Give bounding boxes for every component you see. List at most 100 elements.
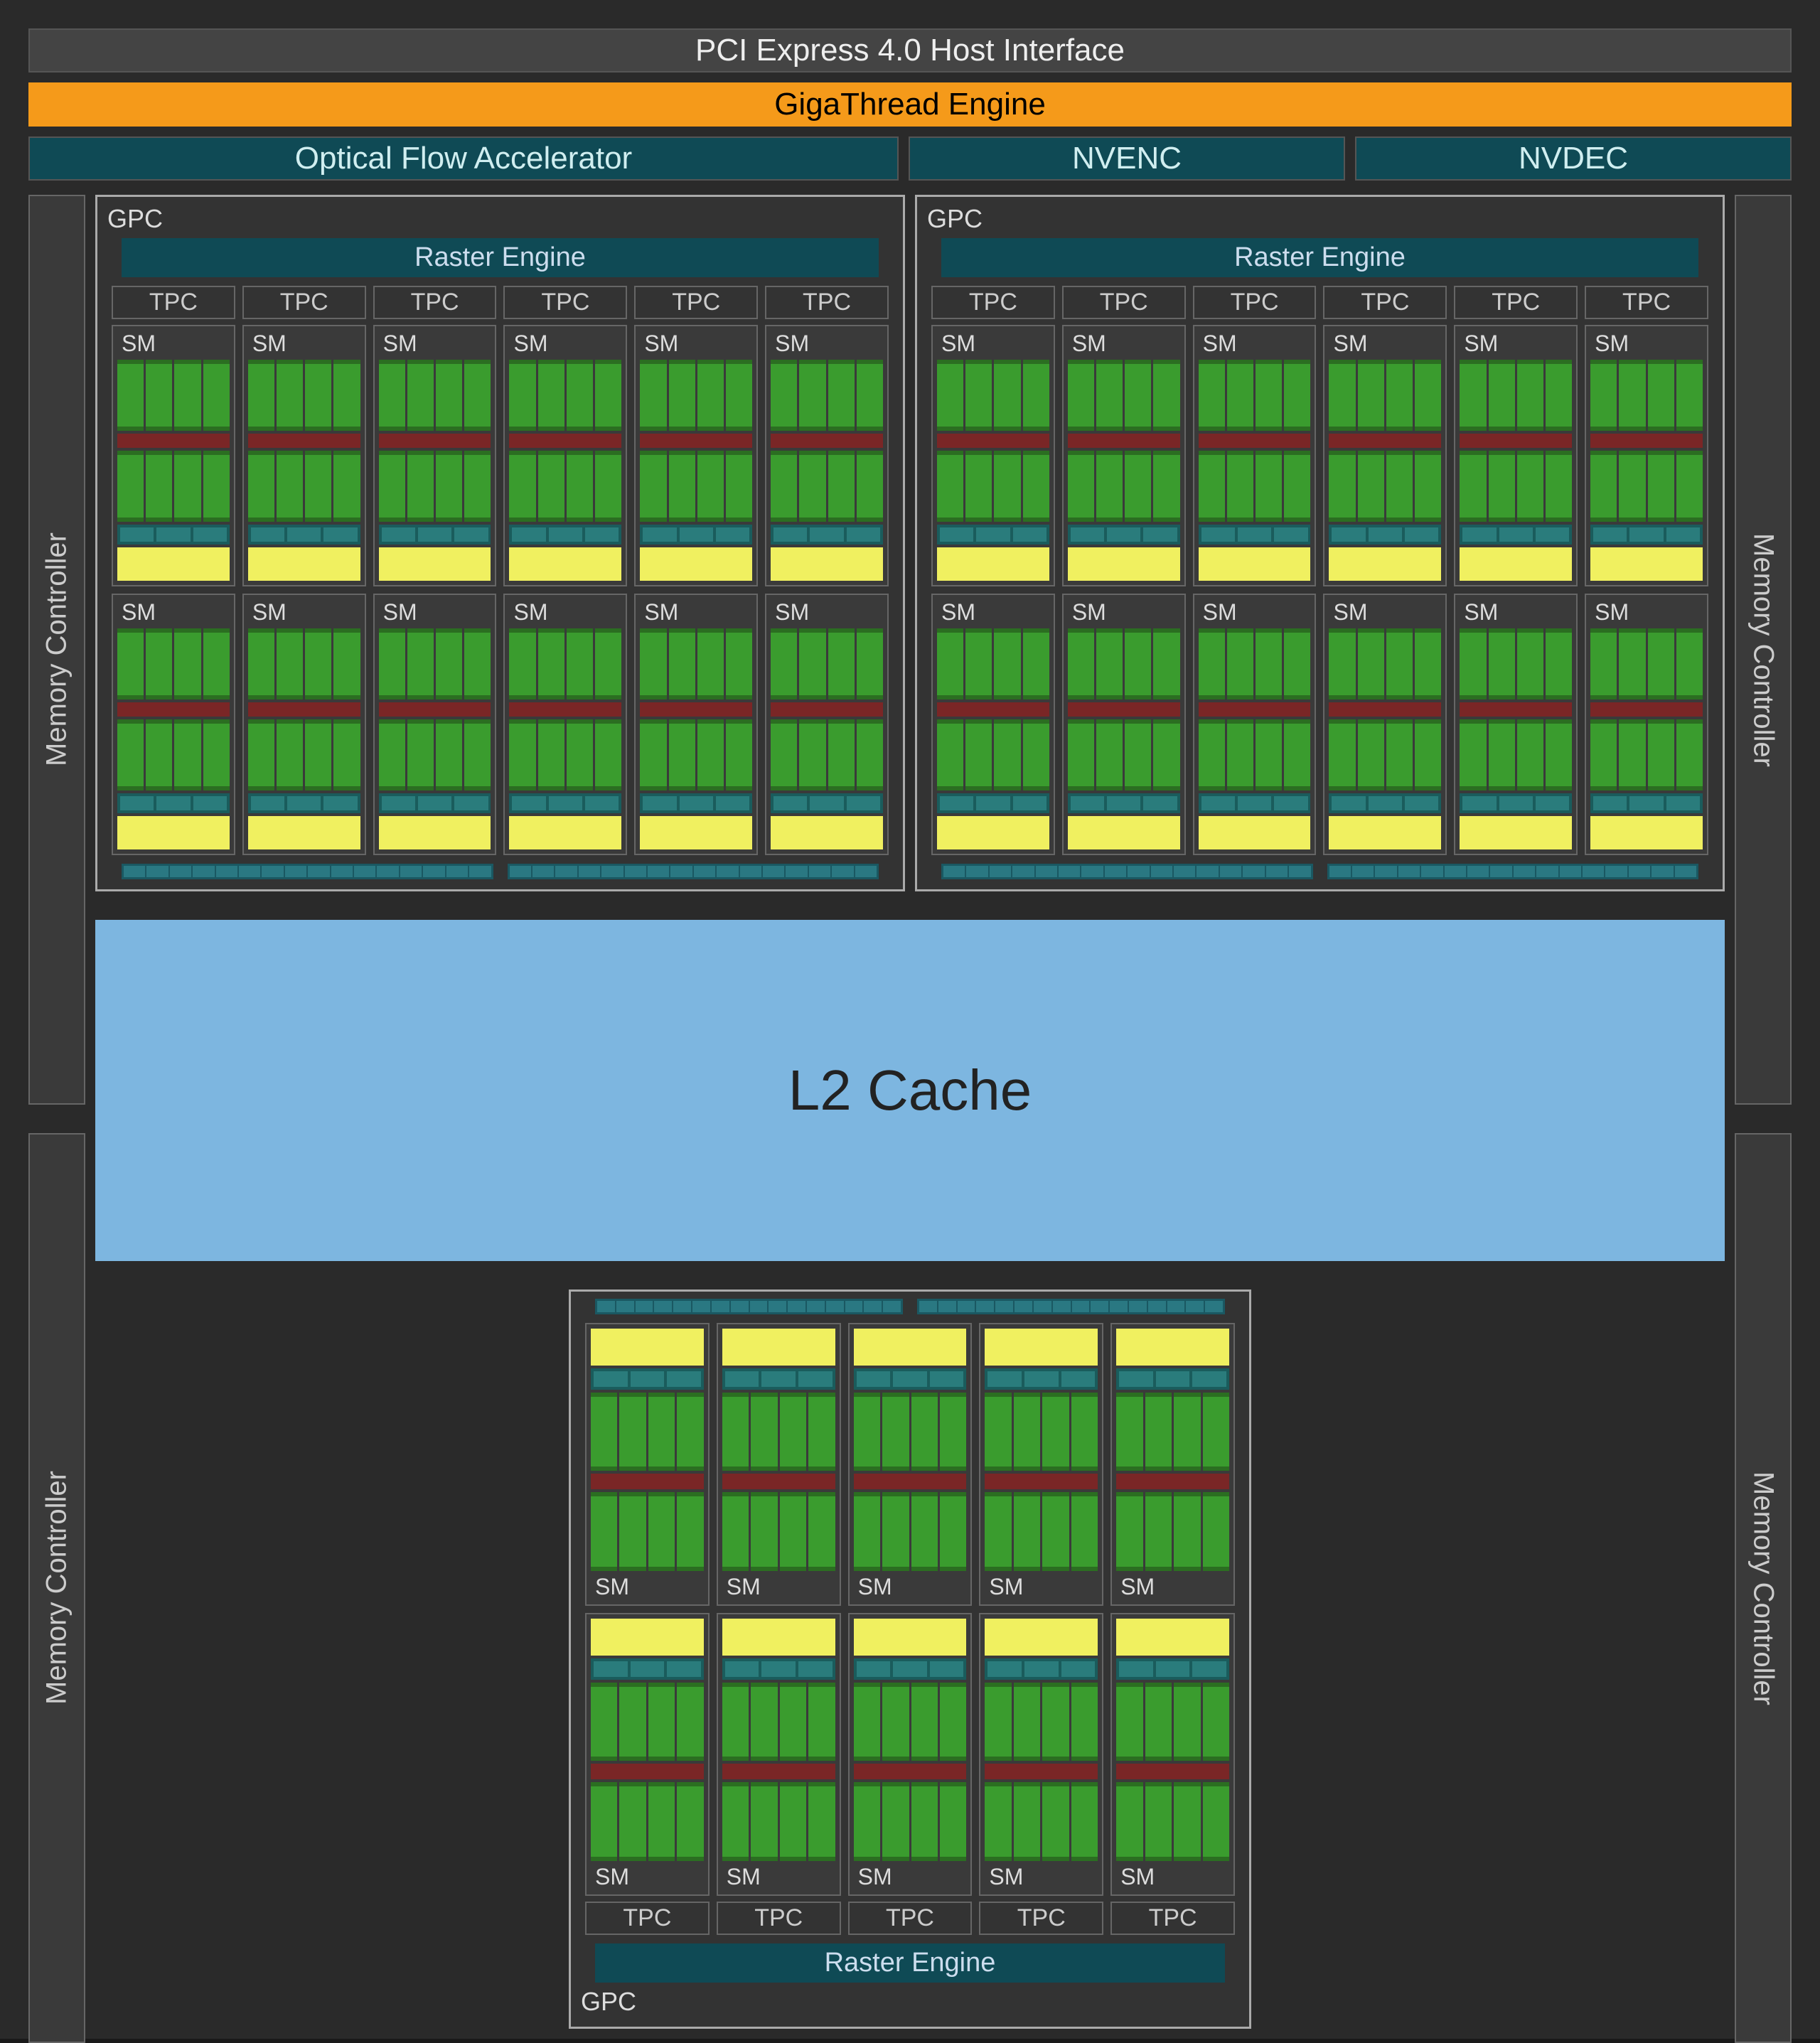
sm-cores bbox=[854, 1619, 967, 1861]
gpc-row-top: GPCRaster EngineTPCTPCTPCTPCTPCTPCSMSMSM… bbox=[95, 195, 1725, 891]
sm-cores bbox=[854, 1329, 967, 1571]
sm-cores bbox=[722, 1329, 835, 1571]
sm-cores bbox=[117, 628, 230, 849]
tpc-label: TPC bbox=[717, 1902, 841, 1935]
sm-cores bbox=[509, 628, 621, 849]
tpc-label-row: TPCTPCTPCTPCTPCTPC bbox=[927, 286, 1713, 319]
center-column: GPCRaster EngineTPCTPCTPCTPCTPCTPCSMSMSM… bbox=[95, 195, 1725, 2043]
sm-block: SM bbox=[848, 1323, 973, 1606]
sm-block: SM bbox=[242, 325, 366, 586]
nvenc-block: NVENC bbox=[909, 136, 1345, 181]
sm-block: SM bbox=[979, 1323, 1103, 1606]
tpc-label: TPC bbox=[765, 286, 889, 319]
raster-engine: Raster Engine bbox=[122, 238, 879, 277]
sm-label: SM bbox=[509, 599, 621, 626]
sm-label: SM bbox=[722, 1864, 835, 1890]
sm-block: SM bbox=[634, 594, 758, 855]
sm-cores bbox=[640, 360, 752, 581]
sm-label: SM bbox=[1116, 1864, 1229, 1890]
sm-label: SM bbox=[640, 331, 752, 357]
gigathread-bar: GigaThread Engine bbox=[28, 82, 1792, 127]
tpc-label: TPC bbox=[1110, 1902, 1235, 1935]
sm-label: SM bbox=[379, 331, 491, 357]
gpc-block: GPCRaster EngineTPCTPCTPCTPCTPCTPCSMSMSM… bbox=[95, 195, 905, 891]
rop-row bbox=[581, 1299, 1239, 1323]
sm-label: SM bbox=[771, 599, 883, 626]
sm-label: SM bbox=[937, 331, 1049, 357]
sm-cores bbox=[248, 628, 360, 849]
tpc-label: TPC bbox=[242, 286, 366, 319]
tpc-label-row: TPCTPCTPCTPCTPC bbox=[581, 1902, 1239, 1935]
sm-label: SM bbox=[985, 1864, 1098, 1890]
sm-block: SM bbox=[373, 594, 497, 855]
sm-block: SM bbox=[717, 1613, 841, 1896]
sm-label: SM bbox=[1116, 1574, 1229, 1600]
sm-label: SM bbox=[1199, 599, 1311, 626]
sm-cores bbox=[1116, 1619, 1229, 1861]
sm-label: SM bbox=[1068, 331, 1180, 357]
sm-block: SM bbox=[1193, 325, 1317, 586]
sm-cores bbox=[1329, 628, 1441, 849]
tpc-label: TPC bbox=[585, 1902, 710, 1935]
tpc-label: TPC bbox=[503, 286, 627, 319]
tpc-label: TPC bbox=[1454, 286, 1578, 319]
sm-label: SM bbox=[1590, 331, 1703, 357]
sm-label: SM bbox=[854, 1574, 967, 1600]
tpc-label: TPC bbox=[979, 1902, 1103, 1935]
tpc-label: TPC bbox=[373, 286, 497, 319]
memory-controllers-right: Memory Controller Memory Controller bbox=[1735, 195, 1792, 2043]
sm-label: SM bbox=[937, 599, 1049, 626]
sm-block: SM bbox=[1323, 594, 1447, 855]
sm-label: SM bbox=[117, 331, 230, 357]
sm-cores bbox=[117, 360, 230, 581]
sm-label: SM bbox=[771, 331, 883, 357]
memory-controller: Memory Controller bbox=[28, 195, 85, 1105]
sm-cores bbox=[1460, 628, 1572, 849]
sm-cores bbox=[379, 360, 491, 581]
gpc-block: GPCRaster EngineTPCTPCTPCTPCTPCTPCSMSMSM… bbox=[915, 195, 1725, 891]
sm-cores bbox=[771, 360, 883, 581]
sm-block: SM bbox=[503, 594, 627, 855]
sm-cores bbox=[509, 360, 621, 581]
sm-block: SM bbox=[585, 1613, 710, 1896]
nvdec-block: NVDEC bbox=[1355, 136, 1792, 181]
sm-block: SM bbox=[1585, 594, 1708, 855]
sm-block: SM bbox=[1110, 1613, 1235, 1896]
sm-block: SM bbox=[765, 594, 889, 855]
sm-label: SM bbox=[591, 1574, 704, 1600]
sm-block: SM bbox=[931, 325, 1055, 586]
sm-cores bbox=[1460, 360, 1572, 581]
accelerator-row: Optical Flow Accelerator NVENC NVDEC bbox=[28, 136, 1792, 181]
sm-block: SM bbox=[503, 325, 627, 586]
sm-cores bbox=[640, 628, 752, 849]
l2-cache: L2 Cache bbox=[95, 920, 1725, 1261]
tpc-label: TPC bbox=[634, 286, 758, 319]
sm-block: SM bbox=[1454, 325, 1578, 586]
tpc-label: TPC bbox=[1062, 286, 1186, 319]
sm-cores bbox=[1199, 628, 1311, 849]
sm-cores bbox=[591, 1619, 704, 1861]
sm-cores bbox=[591, 1329, 704, 1571]
sm-block: SM bbox=[765, 325, 889, 586]
sm-block: SM bbox=[112, 325, 235, 586]
sm-block: SM bbox=[634, 325, 758, 586]
sm-label: SM bbox=[1068, 599, 1180, 626]
sm-block: SM bbox=[931, 594, 1055, 855]
sm-cores bbox=[985, 1619, 1098, 1861]
sm-block: SM bbox=[1062, 594, 1186, 855]
sm-block: SM bbox=[112, 594, 235, 855]
sm-label: SM bbox=[722, 1574, 835, 1600]
sm-grid: SMSMSMSMSMSMSMSMSMSMSMSM bbox=[927, 325, 1713, 855]
sm-block: SM bbox=[585, 1323, 710, 1606]
gpu-block-diagram: PCI Express 4.0 Host Interface GigaThrea… bbox=[0, 0, 1820, 2039]
pci-express-bar: PCI Express 4.0 Host Interface bbox=[28, 28, 1792, 73]
sm-label: SM bbox=[1590, 599, 1703, 626]
tpc-label: TPC bbox=[112, 286, 235, 319]
memory-controllers-left: Memory Controller Memory Controller bbox=[28, 195, 85, 2043]
sm-label: SM bbox=[640, 599, 752, 626]
gpc-label: GPC bbox=[927, 204, 1713, 234]
sm-cores bbox=[1590, 628, 1703, 849]
memory-controller: Memory Controller bbox=[28, 1133, 85, 2043]
gpc-row-bottom: SMSMSMSMSMSMSMSMSMSMTPCTPCTPCTPCTPCRaste… bbox=[95, 1289, 1725, 2029]
tpc-label-row: TPCTPCTPCTPCTPCTPC bbox=[107, 286, 893, 319]
